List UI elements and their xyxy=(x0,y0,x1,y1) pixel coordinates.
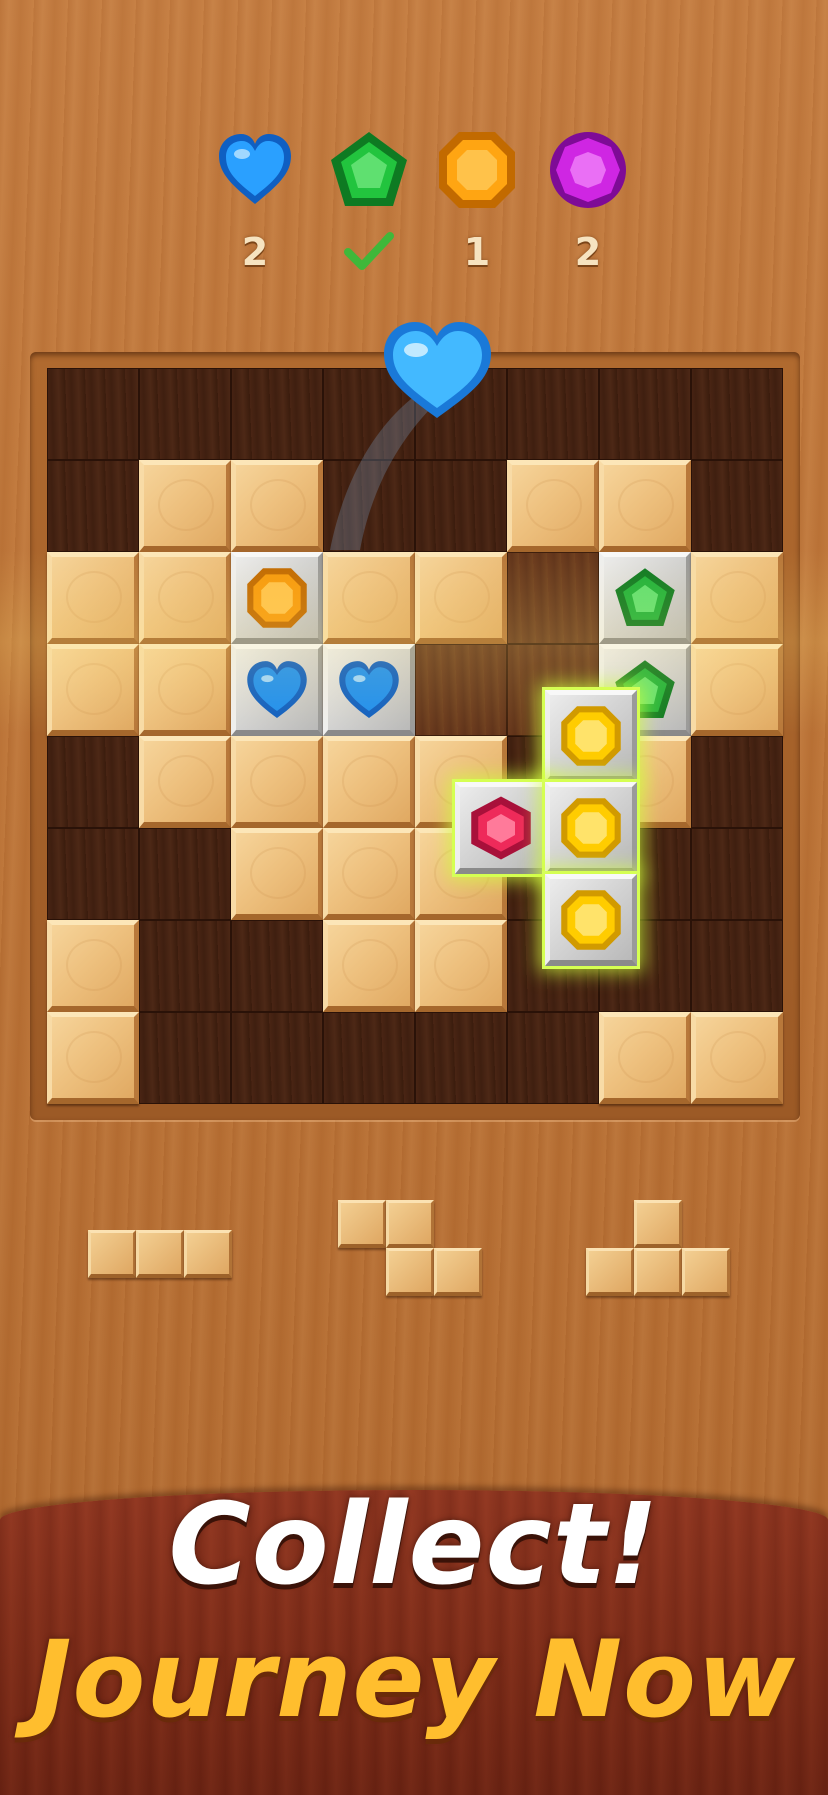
wood-block xyxy=(47,920,139,1012)
wood-block xyxy=(415,552,507,644)
wood-block xyxy=(691,644,783,736)
tray-block xyxy=(682,1248,730,1296)
board-cell[interactable] xyxy=(47,460,139,552)
board-cell[interactable] xyxy=(415,1012,507,1104)
wood-block xyxy=(231,736,323,828)
orange-octagon-gem-block xyxy=(231,552,323,644)
board-cell[interactable] xyxy=(691,828,783,920)
wood-block xyxy=(691,552,783,644)
board-cell[interactable] xyxy=(507,1012,599,1104)
board-cell[interactable] xyxy=(507,368,599,460)
board-cell[interactable] xyxy=(691,920,783,1012)
wood-block xyxy=(139,644,231,736)
tray-block xyxy=(434,1248,482,1296)
drop-target-cell[interactable] xyxy=(415,644,507,736)
wood-block xyxy=(47,552,139,644)
board-cell[interactable] xyxy=(599,368,691,460)
board-cell[interactable] xyxy=(47,368,139,460)
goal-count: 1 xyxy=(463,230,491,274)
tray-block xyxy=(338,1200,386,1248)
blue-heart-gem-icon xyxy=(215,130,295,210)
blue-heart-gem-icon xyxy=(339,661,399,718)
headline-text: Collect! xyxy=(168,1480,660,1610)
wood-block xyxy=(139,736,231,828)
board-cell[interactable] xyxy=(691,736,783,828)
blue-heart-gem-icon xyxy=(247,661,307,718)
wood-block xyxy=(691,1012,783,1104)
green-pentagon-gem-icon xyxy=(329,130,409,210)
wood-block xyxy=(507,460,599,552)
goal-blue-heart: 2 xyxy=(205,130,305,280)
wood-block xyxy=(47,644,139,736)
board-cell[interactable] xyxy=(323,1012,415,1104)
board-cell[interactable] xyxy=(231,1012,323,1104)
check-icon xyxy=(344,232,394,270)
blue-heart-gem-block xyxy=(323,644,415,736)
goal-count: 2 xyxy=(574,230,602,274)
goal-orange-octagon: 1 xyxy=(427,130,527,280)
board-cell[interactable] xyxy=(139,368,231,460)
wood-block xyxy=(323,920,415,1012)
goal-bar: 2 1 2 xyxy=(0,130,828,280)
yellow-octagon-gem-icon xyxy=(561,798,621,858)
wood-block xyxy=(231,828,323,920)
board-cell[interactable] xyxy=(139,920,231,1012)
yellow-octagon-gem-block[interactable] xyxy=(545,782,637,874)
drop-target-cell[interactable] xyxy=(507,552,599,644)
tray-block xyxy=(634,1248,682,1296)
tray-block xyxy=(586,1248,634,1296)
board-cell[interactable] xyxy=(47,736,139,828)
tray-block xyxy=(386,1248,434,1296)
flying-heart-gem-icon xyxy=(384,322,491,418)
wood-block xyxy=(415,920,507,1012)
red-hexagon-gem-icon xyxy=(471,796,531,860)
wood-block xyxy=(599,460,691,552)
red-hexagon-gem-block[interactable] xyxy=(455,782,547,874)
wood-block xyxy=(323,736,415,828)
wood-block xyxy=(139,460,231,552)
purple-round-gem-icon xyxy=(548,130,628,210)
tray-block xyxy=(136,1230,184,1278)
piece-tray xyxy=(0,1190,828,1330)
yellow-octagon-gem-block[interactable] xyxy=(545,690,637,782)
subline-text: Journey Now xyxy=(32,1618,796,1741)
wood-block xyxy=(139,552,231,644)
wood-block xyxy=(231,460,323,552)
tray-block xyxy=(184,1230,232,1278)
orange-octagon-gem-icon xyxy=(437,130,517,210)
wood-block xyxy=(599,1012,691,1104)
yellow-octagon-gem-icon xyxy=(561,706,621,766)
board-cell[interactable] xyxy=(231,368,323,460)
board-cell[interactable] xyxy=(691,368,783,460)
green-pentagon-gem-block xyxy=(599,552,691,644)
board-cell[interactable] xyxy=(231,920,323,1012)
orange-octagon-gem-icon xyxy=(247,568,307,628)
wood-block xyxy=(323,552,415,644)
board-cell[interactable] xyxy=(139,1012,231,1104)
blue-heart-gem-block xyxy=(231,644,323,736)
goal-green-pentagon xyxy=(319,130,419,280)
yellow-octagon-gem-block[interactable] xyxy=(545,874,637,966)
tray-block xyxy=(386,1200,434,1248)
wood-block xyxy=(47,1012,139,1104)
tray-block xyxy=(88,1230,136,1278)
wood-block xyxy=(323,828,415,920)
board-cell[interactable] xyxy=(691,460,783,552)
yellow-octagon-gem-icon xyxy=(561,890,621,950)
tray-block xyxy=(634,1200,682,1248)
goal-count: 2 xyxy=(241,230,269,274)
goal-purple-round: 2 xyxy=(538,130,638,280)
board-cell[interactable] xyxy=(139,828,231,920)
board-cell[interactable] xyxy=(47,828,139,920)
green-pentagon-gem-icon xyxy=(615,568,675,626)
